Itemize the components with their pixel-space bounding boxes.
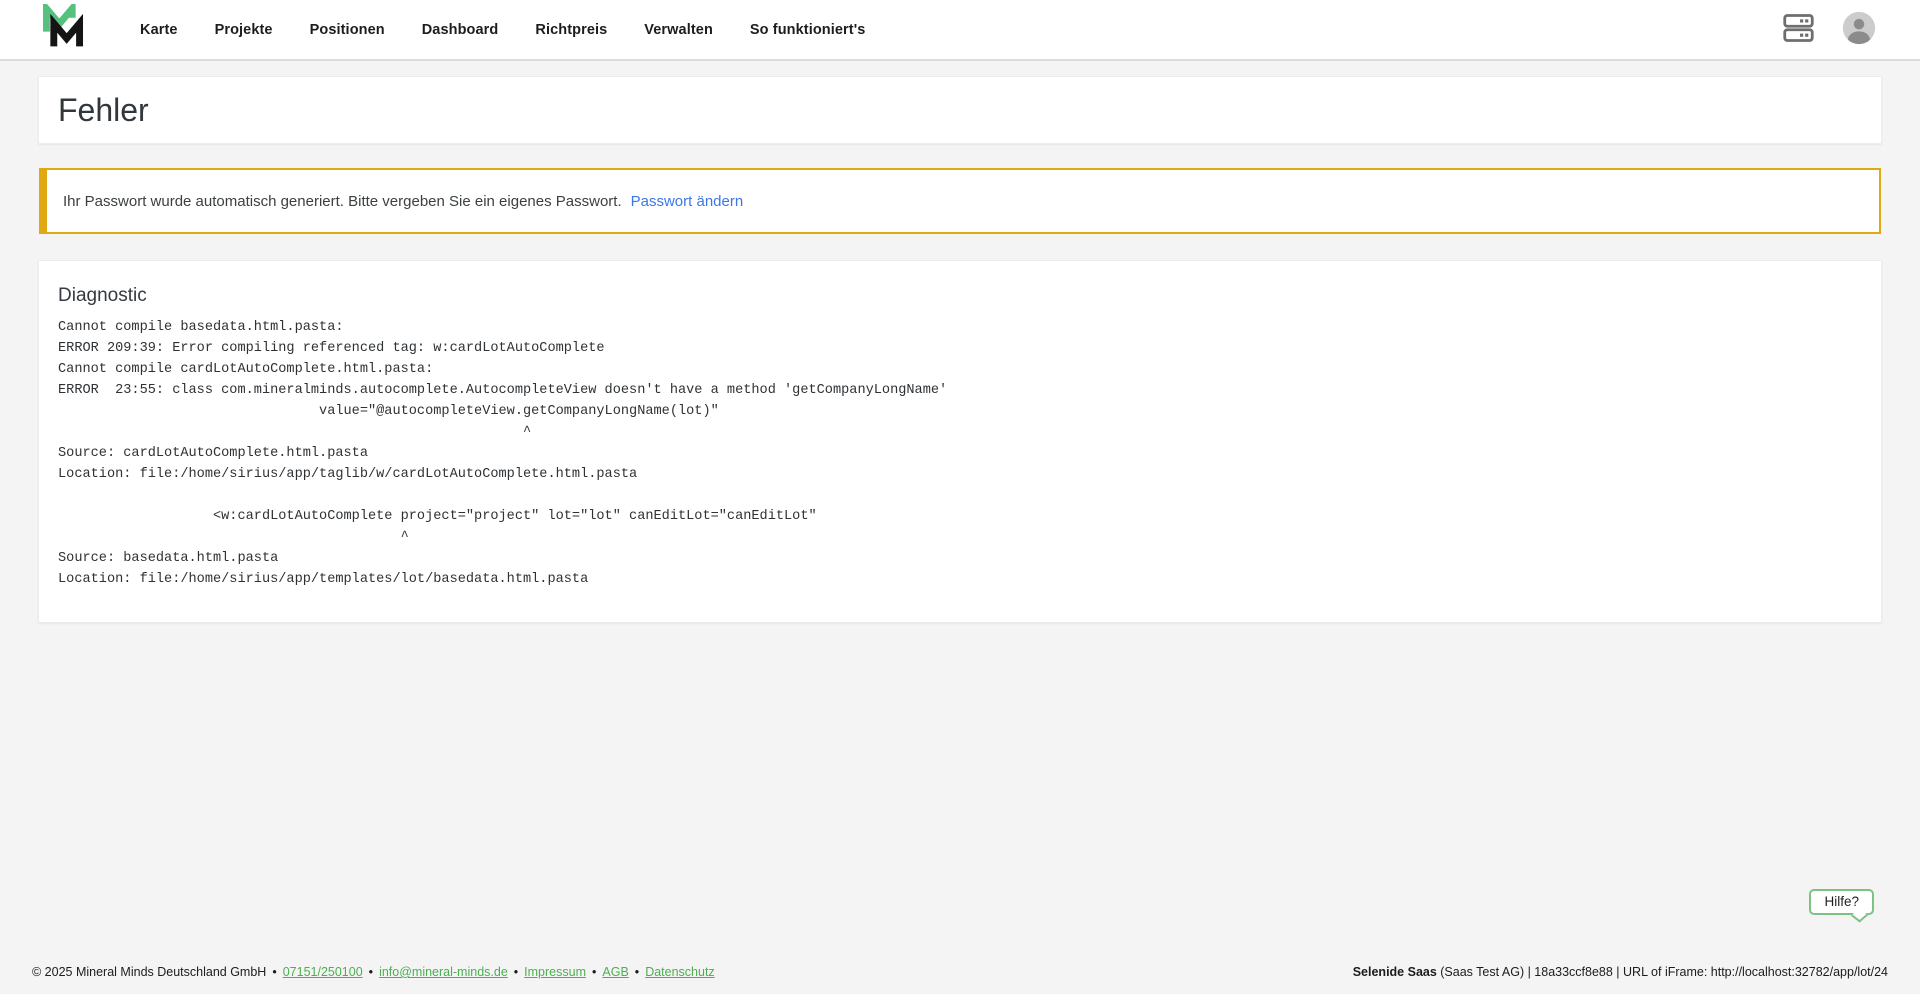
diagnostic-title: Diagnostic [58, 285, 1862, 307]
logo-icon [40, 4, 86, 55]
change-password-link[interactable]: Passwort ändern [631, 193, 744, 210]
nav-item-positionen[interactable]: Positionen [310, 22, 385, 38]
footer-link-phone[interactable]: 07151/250100 [283, 965, 363, 979]
footer-separator: • [635, 965, 639, 979]
error-title-card: Fehler [38, 76, 1882, 144]
help-bubble-tail-icon [1851, 908, 1868, 922]
server-button[interactable] [1783, 14, 1814, 45]
footer-left: © 2025 Mineral Minds Deutschland GmbH • … [32, 965, 715, 979]
footer-separator: • [592, 965, 596, 979]
footer-link-email[interactable]: info@mineral-minds.de [379, 965, 508, 979]
diagnostic-output: Cannot compile basedata.html.pasta: ERRO… [58, 317, 1862, 590]
password-warning-alert: Ihr Passwort wurde automatisch generiert… [39, 168, 1881, 234]
nav-item-so-funktionierts[interactable]: So funktioniert's [750, 22, 866, 38]
nav-item-projekte[interactable]: Projekte [215, 22, 273, 38]
footer-separator: • [369, 965, 373, 979]
footer-separator: • [272, 965, 276, 979]
mineral-minds-logo[interactable] [40, 7, 86, 53]
nav-item-richtpreis[interactable]: Richtpreis [535, 22, 607, 38]
help-label: Hilfe? [1824, 894, 1859, 909]
footer-separator: • [514, 965, 518, 979]
footer: © 2025 Mineral Minds Deutschland GmbH • … [0, 950, 1920, 994]
password-warning-text: Ihr Passwort wurde automatisch generiert… [63, 193, 622, 210]
footer-link-datenschutz[interactable]: Datenschutz [645, 965, 714, 979]
footer-link-impressum[interactable]: Impressum [524, 965, 586, 979]
account-button[interactable] [1842, 11, 1876, 48]
page-title: Fehler [58, 94, 149, 126]
nav-item-verwalten[interactable]: Verwalten [644, 22, 713, 38]
main-navigation: Karte Projekte Positionen Dashboard Rich… [140, 22, 865, 38]
help-button[interactable]: Hilfe? [1809, 889, 1874, 915]
account-icon [1842, 11, 1876, 48]
main-content: Fehler Ihr Passwort wurde automatisch ge… [0, 61, 1920, 623]
tenant-name: Selenide Saas [1353, 965, 1437, 979]
footer-session-info: Selenide Saas (Saas Test AG) | 18a33ccf8… [1353, 965, 1888, 979]
nav-item-karte[interactable]: Karte [140, 22, 178, 38]
server-icon [1783, 14, 1814, 45]
session-details: (Saas Test AG) | 18a33ccf8e88 | URL of i… [1437, 965, 1888, 979]
diagnostic-card: Diagnostic Cannot compile basedata.html.… [38, 260, 1882, 623]
top-navbar: Karte Projekte Positionen Dashboard Rich… [0, 0, 1920, 61]
copyright-text: © 2025 Mineral Minds Deutschland GmbH [32, 965, 266, 979]
nav-item-dashboard[interactable]: Dashboard [422, 22, 499, 38]
footer-link-agb[interactable]: AGB [602, 965, 628, 979]
